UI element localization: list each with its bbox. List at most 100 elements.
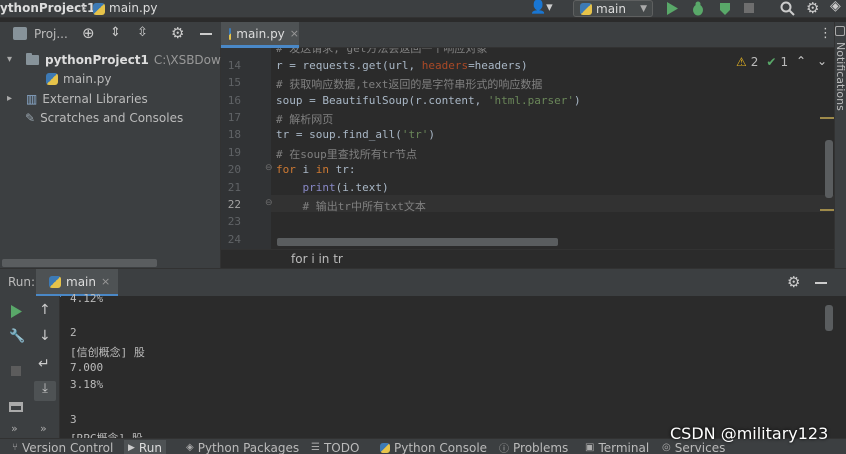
run-toolbar-primary: 🔧 » xyxy=(0,296,30,438)
more-run-actions-icon[interactable] xyxy=(743,2,755,15)
settings-gear-icon[interactable]: ⚙ xyxy=(806,0,819,17)
editor-horizontal-scrollbar[interactable] xyxy=(277,238,558,246)
notifications-icon[interactable] xyxy=(835,26,845,36)
layout-icon[interactable] xyxy=(9,402,23,412)
run-icon[interactable] xyxy=(666,2,678,15)
collapse-all-icon[interactable]: ⇳ xyxy=(137,25,148,40)
python-icon xyxy=(49,275,61,288)
line-number: 22 xyxy=(227,198,241,211)
warning-icon: ⚠ xyxy=(736,55,747,69)
tree-item-external-libraries[interactable]: ▸ ▥ External Libraries xyxy=(7,89,148,108)
up-arrow-icon[interactable]: ↑ xyxy=(39,302,51,318)
tool-tab-label: TODO xyxy=(323,440,360,454)
expand-all-icon[interactable]: ⇕ xyxy=(110,25,121,40)
user-icon[interactable]: 👤▾ xyxy=(530,0,553,15)
jetbrains-logo-icon[interactable]: ◈ xyxy=(830,0,841,14)
rerun-icon[interactable] xyxy=(10,305,22,318)
editor-breadcrumb-bar: for i in tr xyxy=(221,249,834,268)
project-panel-title[interactable]: Proj... xyxy=(34,27,68,41)
run-configuration-selector[interactable]: main ▼ xyxy=(573,0,653,17)
python-console-tab[interactable]: Python Console xyxy=(380,440,487,454)
terminal-tab[interactable]: ▣ Terminal xyxy=(585,440,649,454)
tree-item-main-py[interactable]: main.py xyxy=(46,69,112,88)
project-horizontal-scrollbar[interactable] xyxy=(2,259,157,267)
expand-toolbar-icon[interactable]: » xyxy=(40,422,47,435)
scratches-icon: ✎ xyxy=(25,110,36,125)
breadcrumb-file[interactable]: main.py xyxy=(109,1,158,15)
code-line-22: # 输出tr中所有txt文本 xyxy=(276,200,426,213)
modify-run-configuration-icon[interactable]: 🔧 xyxy=(9,329,25,344)
todo-list-icon: ☰ xyxy=(311,442,320,453)
search-icon[interactable] xyxy=(780,1,795,16)
python-file-icon xyxy=(229,27,232,40)
console-vertical-scrollbar[interactable] xyxy=(825,305,833,331)
problems-icon: ⓘ xyxy=(499,444,509,454)
editor-vertical-scrollbar[interactable] xyxy=(825,140,833,198)
line-number: 16 xyxy=(227,94,241,107)
line-number: 15 xyxy=(227,76,241,89)
todo-tab[interactable]: ☰ TODO xyxy=(311,440,359,454)
console-line: 3.18% xyxy=(70,378,104,391)
tool-tab-label: Python Console xyxy=(394,440,488,454)
code-line-17: # 解析网页 xyxy=(276,113,334,126)
code-line-18: tr = soup.find_all('tr') xyxy=(276,128,435,141)
run-with-coverage-icon[interactable] xyxy=(718,1,732,16)
more-tabs-icon[interactable]: ⋮ xyxy=(819,26,832,41)
tree-item-label: main.py xyxy=(63,71,112,86)
python-packages-tab[interactable]: ◈ Python Packages xyxy=(186,440,299,454)
code-line-14: r = requests.get(url, headers=headers) xyxy=(276,59,528,72)
run-console-output[interactable] xyxy=(61,296,834,438)
notifications-tab[interactable]: Notifications xyxy=(834,42,846,111)
run-options-gear-icon[interactable]: ⚙ xyxy=(787,273,800,291)
tree-item-label: Scratches and Consoles xyxy=(40,110,184,125)
python-file-icon xyxy=(46,72,58,85)
console-line: 3 xyxy=(70,413,77,426)
run-tab-label: main xyxy=(66,274,96,289)
code-breadcrumb[interactable]: for i in tr xyxy=(291,252,343,266)
soft-wrap-icon[interactable]: ↵ xyxy=(38,356,50,372)
chevron-right-icon: ▸ xyxy=(7,93,13,104)
code-line-20: for i in tr: xyxy=(276,163,356,176)
scroll-to-end-icon[interactable]: ⤓ xyxy=(34,381,56,401)
run-tab[interactable]: ▶ Run xyxy=(124,440,166,454)
console-line: 2 xyxy=(70,326,77,339)
line-number: 17 xyxy=(227,111,241,124)
library-icon: ▥ xyxy=(26,91,38,106)
expand-toolbar-icon[interactable]: » xyxy=(11,422,18,435)
fold-icon[interactable]: ⊖ xyxy=(265,163,273,173)
select-opened-file-icon[interactable]: ⊕ xyxy=(82,24,95,42)
warning-stripe-mark[interactable] xyxy=(820,209,834,211)
tree-item-label: External Libraries xyxy=(42,91,148,106)
tree-item-scratches[interactable]: ✎ Scratches and Consoles xyxy=(25,108,183,127)
run-panel-label: Run: xyxy=(8,275,36,289)
options-gear-icon[interactable]: ⚙ xyxy=(171,24,184,42)
hide-panel-icon[interactable] xyxy=(200,33,212,35)
hide-run-panel-icon[interactable] xyxy=(815,282,827,284)
previous-highlight-icon[interactable]: ⌃ xyxy=(796,54,806,68)
tool-tab-label: Problems xyxy=(513,440,569,454)
project-tool-window-header: Proj... ⊕ ⇕ ⇳ ⚙ xyxy=(0,22,221,48)
close-tab-icon[interactable]: × xyxy=(101,275,110,288)
project-view-icon[interactable] xyxy=(13,27,27,40)
breadcrumb-project[interactable]: ythonProject1 xyxy=(0,1,95,15)
project-root-name: pythonProject1 xyxy=(45,52,149,67)
stop-icon[interactable] xyxy=(11,366,21,376)
warning-stripe-mark[interactable] xyxy=(820,117,834,119)
version-control-tab[interactable]: ⑂ Version Control xyxy=(12,440,113,454)
tree-item-project-root[interactable]: ▾ pythonProject1 C:\XSBDownload xyxy=(7,50,254,69)
line-number: 14 xyxy=(227,59,241,72)
fold-end-icon[interactable]: ⊖ xyxy=(265,198,273,208)
line-number: 24 xyxy=(227,233,241,246)
problems-tab[interactable]: ⓘ Problems xyxy=(499,440,568,454)
watermark-text: CSDN @military123 xyxy=(670,424,829,443)
close-tab-icon[interactable]: × xyxy=(290,27,299,40)
line-number: 18 xyxy=(227,128,241,141)
inspection-widget[interactable]: ⚠ 2 ✔ 1 xyxy=(736,55,788,69)
tab-main-py[interactable]: main.py × xyxy=(221,22,299,48)
next-highlight-icon[interactable]: ⌄ xyxy=(817,54,827,68)
debug-icon[interactable] xyxy=(691,1,705,16)
down-arrow-icon[interactable]: ↓ xyxy=(39,328,51,344)
python-file-icon xyxy=(93,3,105,15)
warning-count: 2 xyxy=(750,55,759,69)
right-tool-strip: Notifications xyxy=(834,22,846,268)
